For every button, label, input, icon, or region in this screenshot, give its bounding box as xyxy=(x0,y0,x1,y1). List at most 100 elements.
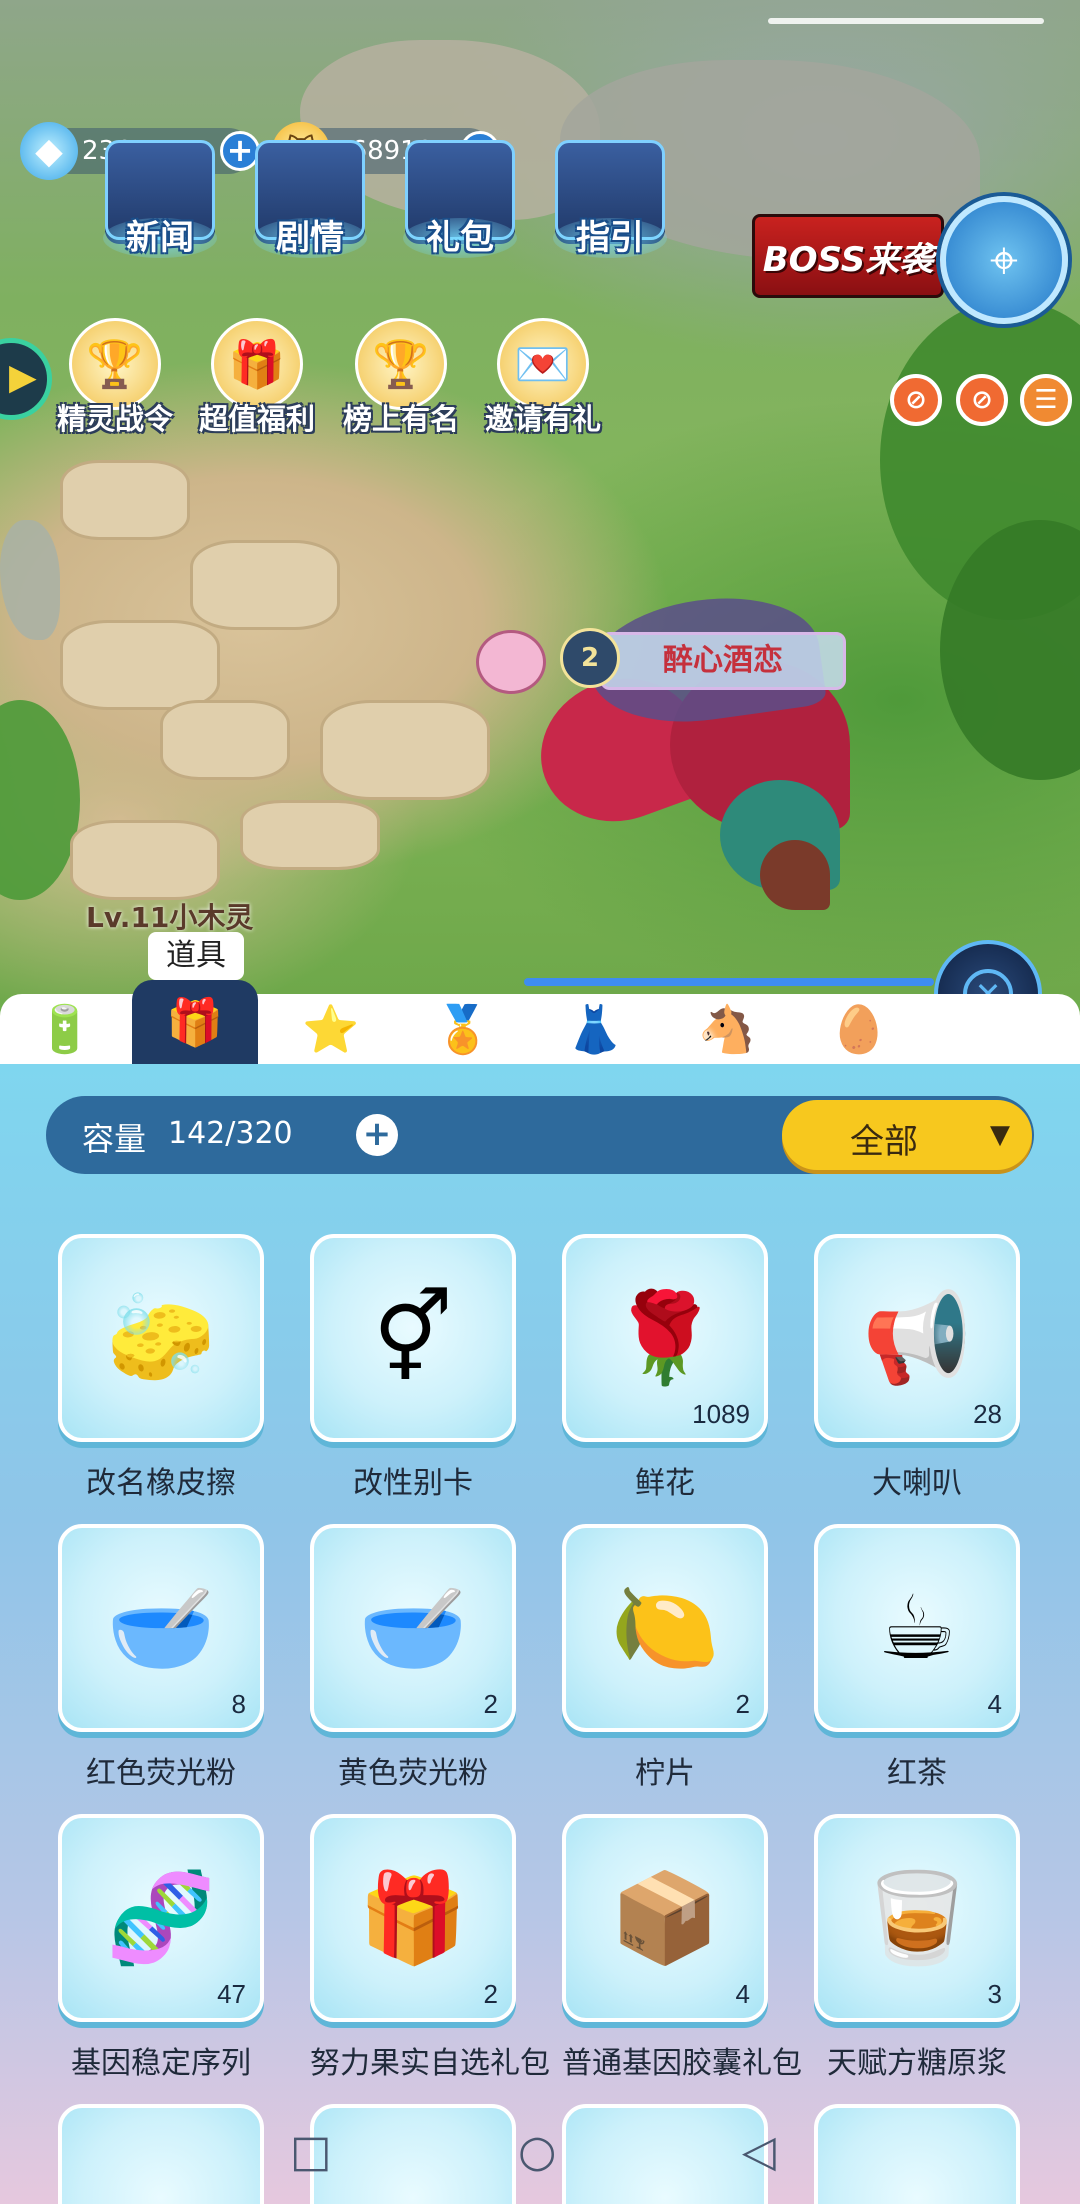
menu-toggle[interactable]: ☰ xyxy=(1020,374,1072,426)
tab-dress[interactable]: 👗 xyxy=(532,994,658,1064)
item-slot[interactable]: 🥃 3 天赋方糖原浆 xyxy=(814,1814,1020,2082)
item-name: 天赋方糖原浆 xyxy=(827,2046,1007,2081)
follower-pet[interactable] xyxy=(476,630,546,694)
category-tabbar: 🔋 🎁 ⭐ 🏅 👗 🐴 🥚 xyxy=(0,980,1080,1064)
capacity-value: 142/320 xyxy=(168,1116,293,1151)
item-name: 黄色荧光粉 xyxy=(338,1756,488,1791)
item-slot[interactable]: 🧬 47 基因稳定序列 xyxy=(58,1814,264,2082)
item-name: 红茶 xyxy=(887,1756,947,1791)
item-slot-partial[interactable] xyxy=(562,2104,768,2204)
item-slot[interactable]: 📢 28 大喇叭 xyxy=(814,1234,1020,1502)
tab-battery[interactable]: 🔋 xyxy=(2,994,128,1064)
item-slot[interactable]: 📦 4 普通基因胶囊礼包 xyxy=(562,1814,802,2082)
item-slot[interactable]: 🥣 8 红色荧光粉 xyxy=(58,1524,264,1792)
tab-egg[interactable]: 🥚 xyxy=(796,994,922,1064)
item-name: 改名橡皮擦 xyxy=(86,1466,236,1501)
item-count: 28 xyxy=(973,1399,1002,1429)
megaphone-icon: 📢 xyxy=(862,1286,972,1389)
story-button[interactable]: 剧情 xyxy=(245,140,375,259)
map-button[interactable]: ⌖ xyxy=(940,196,1068,324)
item-name: 大喇叭 xyxy=(872,1466,962,1501)
tab-items[interactable]: 🎁 xyxy=(132,980,258,1064)
item-count: 1089 xyxy=(692,1399,750,1429)
item-name: 努力果实自选礼包 xyxy=(310,2046,550,2081)
value-benefits-label: 超值福利 xyxy=(198,402,315,436)
value-benefits-button[interactable]: 🎁 超值福利 xyxy=(192,318,322,438)
recent-apps-button[interactable]: □ xyxy=(290,2126,332,2177)
item-name: 柠片 xyxy=(635,1756,695,1791)
filter-label: 全部 xyxy=(850,1122,918,1162)
hide-toggle[interactable]: ⊘ xyxy=(956,374,1008,426)
tab-star-wand[interactable]: ⭐ xyxy=(268,994,394,1064)
gift-pack-label: 礼包 xyxy=(426,218,494,258)
capacity-label: 容量 xyxy=(82,1120,147,1158)
item-count: 2 xyxy=(735,1689,750,1719)
tab-rocking-horse[interactable]: 🐴 xyxy=(664,994,790,1064)
capsule-box-icon: 📦 xyxy=(610,1866,720,1969)
status-indicator xyxy=(768,18,1044,24)
item-count: 47 xyxy=(217,1979,246,2009)
boss-incoming-button[interactable]: BOSS来袭 xyxy=(752,214,944,298)
item-name: 基因稳定序列 xyxy=(71,2046,251,2081)
back-button[interactable]: ◁ xyxy=(742,2126,776,2177)
molecule-icon: 🧬 xyxy=(106,1866,216,1969)
spirit-pass-label: 精灵战令 xyxy=(56,402,173,436)
item-count: 3 xyxy=(987,1979,1002,2009)
home-button[interactable]: ○ xyxy=(518,2126,556,2177)
item-slot[interactable]: 🎁 2 努力果实自选礼包 xyxy=(310,1814,550,2082)
lemon-slice-icon: 🍋 xyxy=(610,1576,720,1679)
rose-icon: 🌹 xyxy=(610,1286,720,1389)
item-slot[interactable]: 🥣 2 黄色荧光粉 xyxy=(310,1524,516,1792)
egg-icon: 🥚 xyxy=(830,1001,888,1056)
chevron-down-icon: ▼ xyxy=(990,1120,1010,1150)
item-name: 红色荧光粉 xyxy=(86,1756,236,1791)
tab-badge[interactable]: 🏅 xyxy=(400,994,526,1064)
pet-level-badge: 2 xyxy=(560,628,620,688)
pet-character[interactable] xyxy=(500,560,900,920)
guide-button[interactable]: 指引 xyxy=(545,140,675,259)
gift-pack-button[interactable]: 礼包 xyxy=(395,140,525,259)
leaderboard-label: 榜上有名 xyxy=(342,402,459,436)
diamond-icon: ◆ xyxy=(20,122,78,180)
item-slot[interactable]: 🌹 1089 鲜花 xyxy=(562,1234,768,1502)
map-icon: ⌖ xyxy=(989,230,1019,289)
leaderboard-button[interactable]: 🏆 榜上有名 xyxy=(336,318,466,438)
dress-icon: 👗 xyxy=(566,1001,624,1056)
item-slot-partial[interactable] xyxy=(310,2104,516,2204)
progress-line xyxy=(524,978,934,986)
expand-capacity-button[interactable]: + xyxy=(356,1114,398,1156)
invite-label: 邀请有礼 xyxy=(484,402,601,436)
item-slot[interactable]: 🧽 改名橡皮擦 xyxy=(58,1234,264,1502)
item-slot-partial[interactable] xyxy=(814,2104,1020,2204)
yellow-powder-icon: 🥣 xyxy=(358,1576,468,1679)
item-slot-partial[interactable] xyxy=(58,2104,264,2204)
filter-dropdown[interactable]: 全部 ▼ xyxy=(782,1100,1032,1170)
pet-name-tag: 醉心酒恋 xyxy=(600,632,846,690)
badge-icon: 🏅 xyxy=(434,1001,492,1056)
star-wand-icon: ⭐ xyxy=(302,1001,360,1056)
news-label: 新闻 xyxy=(126,218,194,258)
item-count: 2 xyxy=(483,1689,498,1719)
gift-package-icon: 🎁 xyxy=(358,1866,468,1969)
tab-tooltip: 道具 xyxy=(148,932,244,980)
item-name: 改性别卡 xyxy=(353,1466,473,1501)
eraser-icon: 🧽 xyxy=(106,1286,216,1389)
item-count: 2 xyxy=(483,1979,498,2009)
item-name: 普通基因胶囊礼包 xyxy=(562,2046,802,2081)
item-count: 4 xyxy=(735,1979,750,2009)
item-slot[interactable]: 🍋 2 柠片 xyxy=(562,1524,768,1792)
guide-label: 指引 xyxy=(576,218,644,258)
item-slot[interactable]: ⚥ 改性别卡 xyxy=(310,1234,516,1502)
syrup-jar-icon: 🥃 xyxy=(862,1866,972,1969)
item-count: 8 xyxy=(231,1689,246,1719)
red-powder-icon: 🥣 xyxy=(106,1576,216,1679)
spirit-pass-button[interactable]: 🏆 精灵战令 xyxy=(50,318,180,438)
news-button[interactable]: 新闻 xyxy=(95,140,225,259)
item-slot[interactable]: ☕ 4 红茶 xyxy=(814,1524,1020,1792)
item-count: 4 xyxy=(987,1689,1002,1719)
rocking-horse-icon: 🐴 xyxy=(698,1001,756,1056)
invite-button[interactable]: 💌 邀请有礼 xyxy=(478,318,608,438)
items-icon: 🎁 xyxy=(166,994,224,1049)
mute-toggle[interactable]: ⊘ xyxy=(890,374,942,426)
player-level-name: Lv.11小木灵 xyxy=(86,901,254,934)
